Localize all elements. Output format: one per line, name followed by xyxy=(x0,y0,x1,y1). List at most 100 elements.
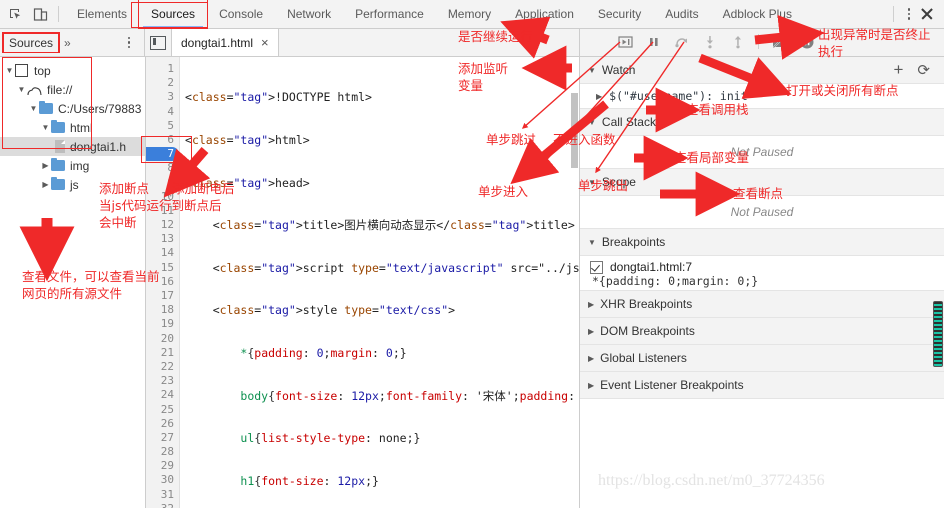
show-navigator-icon[interactable] xyxy=(145,29,172,56)
line-number[interactable]: 32 xyxy=(146,502,174,508)
tab-sources[interactable]: Sources xyxy=(138,0,209,29)
section-call-stack[interactable]: ▼ Call Stack xyxy=(580,109,944,136)
chevron-down-icon[interactable]: ▼ xyxy=(28,104,39,113)
device-toolbar-icon[interactable] xyxy=(33,7,48,22)
checkbox-icon[interactable] xyxy=(590,260,603,274)
section-event-listener-breakpoints[interactable]: ▶ Event Listener Breakpoints xyxy=(580,372,944,399)
line-number[interactable]: 30 xyxy=(146,473,174,487)
line-number[interactable]: 29 xyxy=(146,459,174,473)
tree-row-top[interactable]: ▼ top xyxy=(0,61,145,80)
chevron-down-icon[interactable]: ▼ xyxy=(588,66,596,75)
refresh-icon[interactable]: ⟳ xyxy=(917,61,930,79)
tree-row-file-scheme[interactable]: ▼ file:// xyxy=(0,80,145,99)
scrollbar-thumb[interactable] xyxy=(571,93,578,168)
line-number[interactable]: 19 xyxy=(146,317,174,331)
line-number[interactable]: 10 xyxy=(146,190,174,204)
watch-expression-row[interactable]: ▶ $("#username"): init xyxy=(580,84,944,109)
line-number[interactable]: 28 xyxy=(146,445,174,459)
breakpoint-location-row[interactable]: dongtai1.html:7 xyxy=(590,260,944,274)
navigator-menu-icon[interactable] xyxy=(122,35,136,51)
pause-icon[interactable] xyxy=(646,34,662,50)
line-number[interactable]: 5 xyxy=(146,119,174,133)
close-icon[interactable] xyxy=(918,5,936,23)
line-number[interactable]: 21 xyxy=(146,346,174,360)
section-breakpoints[interactable]: ▼ Breakpoints xyxy=(580,229,944,256)
tab-console[interactable]: Console xyxy=(207,0,275,28)
inspect-element-icon[interactable] xyxy=(8,7,23,22)
line-number[interactable]: 8 xyxy=(146,161,174,175)
tab-performance[interactable]: Performance xyxy=(343,0,436,28)
tree-row-img[interactable]: ▶ img xyxy=(0,156,145,175)
step-out-icon[interactable] xyxy=(730,34,746,50)
chevron-right-icon[interactable]: ▶ xyxy=(40,161,51,170)
tab-network[interactable]: Network xyxy=(275,0,343,28)
tab-adblock-plus[interactable]: Adblock Plus xyxy=(711,0,804,28)
tab-application[interactable]: Application xyxy=(503,0,586,28)
tab-elements[interactable]: Elements xyxy=(65,0,139,28)
chevron-down-icon[interactable]: ▼ xyxy=(588,118,596,127)
line-number[interactable]: 9 xyxy=(146,176,174,190)
line-number[interactable]: 12 xyxy=(146,218,174,232)
code-editor[interactable]: 1 2 3 4 5 6 7 8 9 10 11 12 13 14 15 16 1… xyxy=(146,57,579,508)
chevron-right-icon[interactable]: ▶ xyxy=(588,327,594,336)
tree-row-html[interactable]: ▼ html xyxy=(0,118,145,137)
editor-tab-dongtai1[interactable]: dongtai1.html × xyxy=(172,29,279,56)
plus-icon[interactable]: + xyxy=(893,60,903,80)
line-number[interactable]: 24 xyxy=(146,388,174,402)
debugger-scrollbar-thumb[interactable] xyxy=(933,301,943,367)
pause-on-exceptions-icon[interactable] xyxy=(799,34,815,50)
line-number[interactable]: 27 xyxy=(146,431,174,445)
section-xhr-breakpoints[interactable]: ▶ XHR Breakpoints xyxy=(580,291,944,318)
line-number-gutter[interactable]: 1 2 3 4 5 6 7 8 9 10 11 12 13 14 15 16 1… xyxy=(146,57,180,508)
chevron-right-icon[interactable]: ▶ xyxy=(588,300,594,309)
navigator-filetree[interactable]: ▼ top ▼ file:// ▼ C:/Users/79883 ▼ html … xyxy=(0,57,146,508)
tree-row-dongtai1[interactable]: dongtai1.h xyxy=(0,137,145,156)
line-number[interactable]: 23 xyxy=(146,374,174,388)
line-number[interactable]: 4 xyxy=(146,105,174,119)
section-global-listeners[interactable]: ▶ Global Listeners xyxy=(580,345,944,372)
line-number[interactable]: 14 xyxy=(146,246,174,260)
line-number[interactable]: 1 xyxy=(146,62,174,76)
vertical-dots-icon[interactable] xyxy=(902,6,916,22)
chevron-down-icon[interactable]: ▼ xyxy=(588,178,596,187)
chevron-down-icon[interactable]: ▼ xyxy=(16,85,27,94)
chevron-right-icon[interactable]: ▶ xyxy=(588,381,594,390)
line-number[interactable]: 11 xyxy=(146,204,174,218)
line-number[interactable]: 13 xyxy=(146,232,174,246)
resume-script-icon[interactable] xyxy=(618,34,634,50)
tree-row-js[interactable]: ▶ js xyxy=(0,175,145,194)
step-over-icon[interactable] xyxy=(674,34,690,50)
line-number[interactable]: 31 xyxy=(146,488,174,502)
section-watch[interactable]: ▼ Watch + ⟳ xyxy=(580,57,944,84)
line-number[interactable]: 15 xyxy=(146,261,174,275)
line-number[interactable]: 2 xyxy=(146,76,174,90)
source-code[interactable]: <class="tag">!DOCTYPE html> <class="tag"… xyxy=(180,57,579,508)
line-number[interactable]: 18 xyxy=(146,303,174,317)
close-icon[interactable]: × xyxy=(261,35,269,50)
deactivate-breakpoints-icon[interactable] xyxy=(771,34,787,50)
line-number[interactable]: 20 xyxy=(146,332,174,346)
tree-row-users[interactable]: ▼ C:/Users/79883 xyxy=(0,99,145,118)
sidebar-tab-sources[interactable]: Sources xyxy=(2,32,60,53)
line-number[interactable]: 17 xyxy=(146,289,174,303)
line-number[interactable]: 16 xyxy=(146,275,174,289)
editor-scrollbar[interactable] xyxy=(570,57,579,508)
tab-memory[interactable]: Memory xyxy=(436,0,503,28)
line-number[interactable]: 26 xyxy=(146,417,174,431)
overflow-chevron-icon[interactable]: » xyxy=(64,36,71,50)
section-dom-breakpoints[interactable]: ▶ DOM Breakpoints xyxy=(580,318,944,345)
chevron-right-icon[interactable]: ▶ xyxy=(588,354,594,363)
line-number[interactable]: 25 xyxy=(146,403,174,417)
line-number[interactable]: 3 xyxy=(146,90,174,104)
step-into-icon[interactable] xyxy=(702,34,718,50)
section-scope[interactable]: ▼ Scope xyxy=(580,169,944,196)
chevron-down-icon[interactable]: ▼ xyxy=(4,66,15,75)
chevron-right-icon[interactable]: ▶ xyxy=(596,92,602,101)
line-number[interactable]: 22 xyxy=(146,360,174,374)
line-number[interactable]: 6 xyxy=(146,133,174,147)
breakpoint-marker[interactable]: 7 xyxy=(146,147,179,162)
chevron-down-icon[interactable]: ▼ xyxy=(588,238,596,247)
chevron-right-icon[interactable]: ▶ xyxy=(40,180,51,189)
chevron-down-icon[interactable]: ▼ xyxy=(40,123,51,132)
breakpoint-row[interactable]: dongtai1.html:7 *{padding: 0;margin: 0;} xyxy=(580,256,944,291)
